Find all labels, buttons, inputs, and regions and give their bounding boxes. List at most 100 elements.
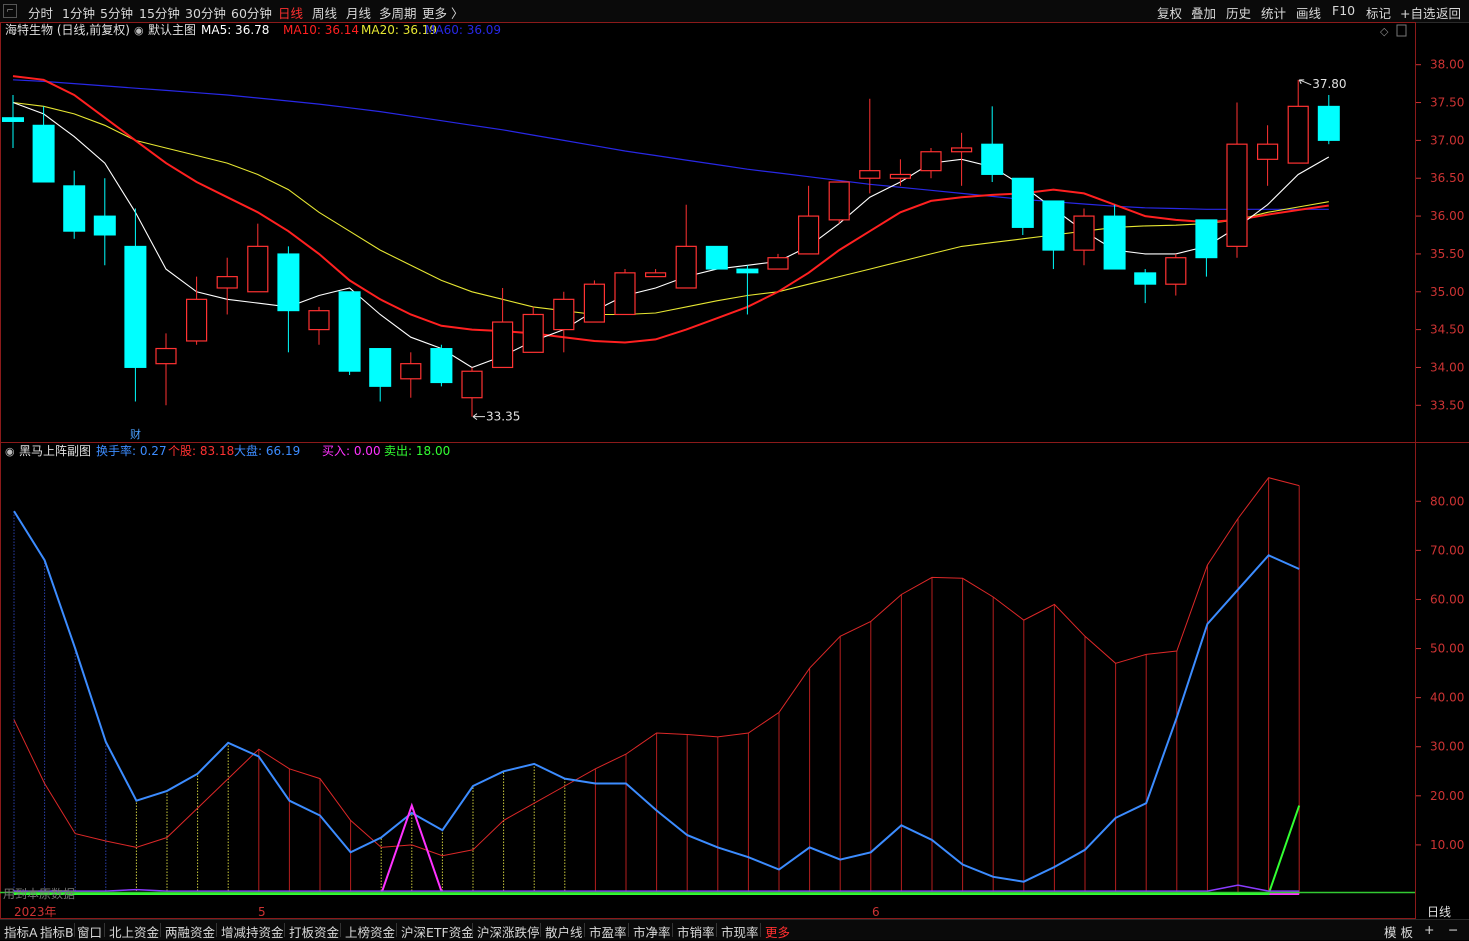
candle-body [308,310,330,331]
kline-chart[interactable]: 海特生物 (日线,前复权) ◉ 默认主图 MA5: 36.78 MA10: 36… [0,22,1469,919]
tab-30min[interactable]: 30分钟 [185,3,226,22]
tab-more[interactable]: 更多 〉 [422,3,463,22]
f10-button[interactable]: F10 [1332,3,1355,18]
tab-limit-stats[interactable]: 沪深涨跌停 [477,922,540,941]
tab-weekly[interactable]: 周线 [312,3,337,22]
candle-down [93,178,116,266]
corner-restore-icon[interactable]: ⌐ [3,4,17,18]
candle-body [614,272,636,316]
tab-monthly[interactable]: 月线 [346,3,371,22]
candle-up [675,204,697,289]
history-button[interactable]: 历史 [1226,3,1251,22]
tab-ps[interactable]: 市销率 [677,922,715,941]
tab-pb[interactable]: 市净率 [633,922,671,941]
mark-button[interactable]: 标记 [1366,3,1391,22]
tab-15min[interactable]: 15分钟 [139,3,180,22]
tab-pcf[interactable]: 市现率 [721,922,759,941]
main-y-tick: 35.50 [1430,247,1464,261]
candle-body [1195,219,1218,259]
candle-down [705,245,728,270]
candle-body [828,181,850,221]
main-y-tick: 37.50 [1430,96,1464,110]
tab-fenshi[interactable]: 分时 [28,3,53,22]
sub-chart-title[interactable]: 黑马上阵副图 [19,444,91,458]
candle-down [1103,204,1126,270]
fuquan-button[interactable]: 复权 [1157,3,1182,22]
tab-1min[interactable]: 1分钟 [62,3,95,22]
tab-etf-funds[interactable]: 沪深ETF资金 [401,922,474,941]
candle-down [1317,94,1340,145]
tab-indicator-b[interactable]: 指标B [40,922,74,941]
panel-toggle-icon[interactable] [1396,24,1407,37]
finance-marker[interactable]: 财 [130,427,141,441]
candle-body [1317,105,1340,141]
sub-y-tick: 50.00 [1430,642,1464,656]
add-favorite-button[interactable]: +自选 [1400,3,1435,22]
ma5-legend: MA5: 36.78 [201,23,269,37]
sell-legend: 卖出: 18.00 [384,444,450,458]
candle-up [950,132,973,186]
candle-body [247,245,269,293]
tab-daily[interactable]: 日线 [278,3,303,22]
turnover-legend: 换手率: 0.27 [96,443,167,458]
tab-window[interactable]: 窗口 [77,922,102,941]
diamond-icon[interactable]: ◇ [1380,25,1389,38]
candle-body [1011,177,1034,228]
tab-60min[interactable]: 60分钟 [231,3,272,22]
tab-margin[interactable]: 两融资金 [165,922,215,941]
candle-body [492,321,514,369]
tab-northbound[interactable]: 北上资金 [109,922,159,941]
tab-multi-period[interactable]: 多周期 [379,3,417,22]
tab-retail-line[interactable]: 散户线 [545,922,583,941]
candle-down [369,348,392,402]
x-label-year: 2023年 [14,905,57,919]
sub-y-tick: 30.00 [1430,740,1464,754]
candle-body [859,170,881,179]
dropdown-arrow-icon[interactable]: ◉ [134,24,144,37]
candle-down [981,106,1004,183]
sub-y-tick: 60.00 [1430,592,1464,606]
candle-body [522,313,544,353]
candle-down [736,265,759,315]
main-y-tick: 34.50 [1430,323,1464,337]
template-button[interactable]: 模 板 [1384,922,1413,941]
candle-body [553,298,575,331]
tab-holding-change[interactable]: 增减持资金 [221,922,284,941]
tab-limit-up-funds[interactable]: 打板资金 [289,922,339,941]
main-y-tick: 35.00 [1430,285,1464,299]
candle-body [675,245,697,289]
candle-body [338,291,361,372]
overlay-button[interactable]: 叠加 [1191,3,1216,22]
candle-up [1165,253,1187,296]
candle-down [430,344,453,387]
x-axis: 2023年 5 6 日线 [14,905,1451,919]
tab-pe[interactable]: 市盈率 [589,922,627,941]
candle-up [308,306,330,345]
period-toolbar: ⌐ 分时 1分钟 5分钟 15分钟 30分钟 60分钟 日线 周线 月线 多周期… [0,0,1469,23]
tab-5min[interactable]: 5分钟 [100,3,133,22]
candle-body [889,173,912,179]
tab-indicator-a[interactable]: 指标A [4,922,38,941]
candlestick-plot [2,75,1340,421]
tab-billboard-funds[interactable]: 上榜资金 [345,922,395,941]
main-indicator-label[interactable]: 默认主图 [148,22,196,37]
candle-up [859,98,881,194]
candle-body [1165,257,1187,285]
add-panel-button[interactable]: + [1424,922,1434,937]
candle-body [644,272,667,278]
sub-y-tick: 40.00 [1430,691,1464,705]
draw-button[interactable]: 画线 [1296,3,1321,22]
main-legend: 海特生物 (日线,前复权) ◉ 默认主图 MA5: 36.78 MA10: 36… [5,22,1407,38]
main-y-tick: 36.00 [1430,209,1464,223]
remove-panel-button[interactable]: − [1448,922,1458,937]
candle-up [644,269,667,278]
tab-more-indicators[interactable]: 更多 [765,922,790,941]
sub-dropdown-icon[interactable]: ◉ [5,445,15,458]
candle-up [828,181,850,224]
back-button[interactable]: 返回 [1436,3,1461,22]
candle-up [797,185,820,255]
x-label-may: 5 [258,905,266,919]
candle-body [2,117,24,122]
candle-up [1287,79,1309,164]
stats-button[interactable]: 统计 [1261,3,1286,22]
